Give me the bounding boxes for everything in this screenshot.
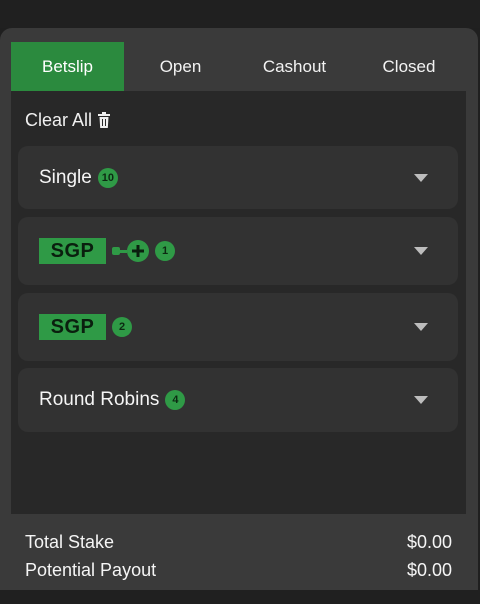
tab-betslip[interactable]: Betslip <box>11 42 124 91</box>
potential-payout-value: $0.00 <box>406 560 452 580</box>
count-badge: 4 <box>165 390 186 410</box>
section-single-label: Single <box>39 166 92 188</box>
section-round-robins[interactable]: Round Robins 4 <box>18 368 458 432</box>
clear-all-button[interactable]: Clear All <box>25 108 111 132</box>
top-strip <box>0 0 480 28</box>
section-single[interactable]: Single 10 <box>18 146 458 209</box>
count-badge: 2 <box>112 317 132 337</box>
potential-payout-label: Potential Payout <box>25 560 157 580</box>
chevron-down-icon <box>414 247 428 255</box>
section-label-group: SGP 1 <box>39 238 175 264</box>
tab-cashout[interactable]: Cashout <box>237 42 352 91</box>
chevron-down-icon <box>414 173 428 182</box>
section-sgp[interactable]: SGP 2 <box>18 293 458 361</box>
section-label-group: SGP 2 <box>39 314 132 340</box>
sgp-tag: SGP <box>39 238 106 264</box>
plus-link-icon <box>112 240 149 262</box>
clear-all-label: Clear All <box>25 109 93 130</box>
section-label-group: Single 10 <box>39 167 118 189</box>
tab-open[interactable]: Open <box>124 42 237 91</box>
tab-bar: Betslip Open Cashout Closed <box>11 42 466 91</box>
total-stake-label: Total Stake <box>25 532 115 552</box>
section-sgp-plus[interactable]: SGP 1 <box>18 217 458 285</box>
chevron-down-icon <box>414 396 428 404</box>
sgp-tag: SGP <box>39 314 106 340</box>
section-round-robins-label: Round Robins <box>39 389 160 410</box>
potential-payout-row: Potential Payout $0.00 <box>25 560 452 581</box>
count-badge: 10 <box>97 167 118 188</box>
section-label-group: Round Robins 4 <box>39 389 186 411</box>
total-stake-value: $0.00 <box>406 532 452 552</box>
betslip-footer: Total Stake $0.00 Potential Payout $0.00 <box>11 514 466 590</box>
chevron-down-icon <box>414 323 428 331</box>
total-stake-row: Total Stake $0.00 <box>25 532 452 553</box>
count-badge: 1 <box>155 241 175 261</box>
bottom-strip <box>0 590 480 604</box>
trash-icon <box>98 112 111 128</box>
tab-closed[interactable]: Closed <box>352 42 466 91</box>
